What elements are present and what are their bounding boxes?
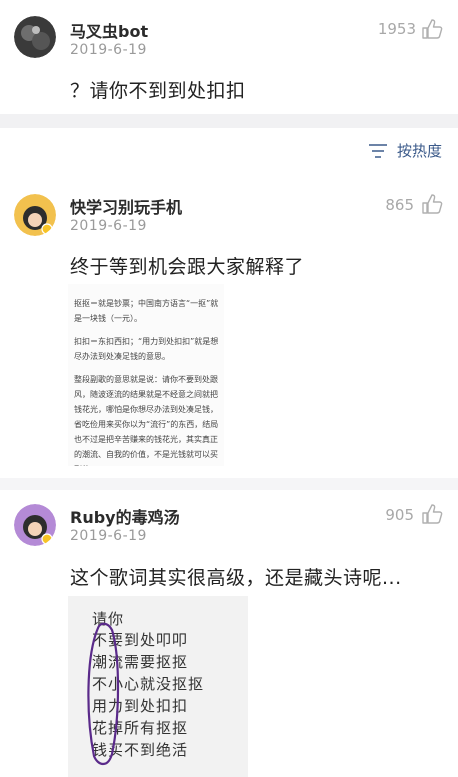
article-line: 省吃俭用来买你以为“流行”的东西，结局 <box>74 420 218 429</box>
article-line: 风，随波逐流的结果就是不经意之间就把 <box>74 390 218 399</box>
circled-annotation <box>87 622 120 766</box>
article-line: 也不过是把辛苦赚来的钱花光，其实真正 <box>74 435 218 444</box>
sort-icon[interactable] <box>368 142 388 160</box>
comment-image[interactable]: 抠抠＝就是钞票；中国南方语言“一抠”就 是一块钱（一元）。 扣扣＝东扣西扣；“用… <box>68 284 224 466</box>
avatar[interactable] <box>14 504 56 546</box>
article-line: 的潮流、自我的价值，不是光钱就可以买 <box>74 450 218 459</box>
username[interactable]: 快学习别玩手机 <box>70 194 182 218</box>
article-line: 到的 <box>74 462 218 466</box>
sort-by-hot-button[interactable]: 按热度 <box>397 140 442 161</box>
comment-date: 2019-6-19 <box>70 218 147 234</box>
article-line: 是一块钱（一元）。 <box>74 314 142 323</box>
username[interactable]: Ruby的毒鸡汤 <box>70 504 180 528</box>
like-count: 905 <box>385 506 414 524</box>
avatar[interactable] <box>14 16 56 58</box>
thumbs-up-icon[interactable] <box>421 193 443 215</box>
username[interactable]: 马叉虫bot <box>70 18 148 42</box>
article-line: 尽办法到处凑足钱的意思。 <box>74 352 170 361</box>
article-line: 整段副歌的意思就是说：请你不要到处跟 <box>74 375 218 384</box>
like-count: 865 <box>385 196 414 214</box>
article-line: 抠抠＝就是钞票；中国南方语言“一抠”就 <box>74 299 218 308</box>
thumbs-up-icon[interactable] <box>421 503 443 525</box>
article-line: 钱花光，哪怕是你想尽办法到处凑足钱， <box>74 405 218 414</box>
comment-text: 这个歌词其实很高级，还是藏头诗呢... <box>70 567 402 589</box>
section-separator <box>0 114 458 128</box>
thumbs-up-icon[interactable] <box>421 18 443 40</box>
comment-image[interactable]: 请你 不要到处叩叩 潮流需要抠抠 不小心就没抠抠 用力到处扣扣 花掉所有抠抠 钱… <box>68 596 248 777</box>
comment-date: 2019-6-19 <box>70 528 147 544</box>
article-line: 扣扣＝东扣西扣；“用力到处扣扣”就是想 <box>74 337 218 346</box>
comment-text: 终于等到机会跟大家解释了 <box>70 256 305 278</box>
comment-divider <box>0 478 458 490</box>
like-count: 1953 <box>377 20 416 38</box>
comment-text: ？请你不到到处扣扣 <box>70 80 246 102</box>
avatar[interactable] <box>14 194 56 236</box>
comment-date: 2019-6-19 <box>70 42 147 58</box>
sort-bar: 按热度 <box>0 128 458 174</box>
